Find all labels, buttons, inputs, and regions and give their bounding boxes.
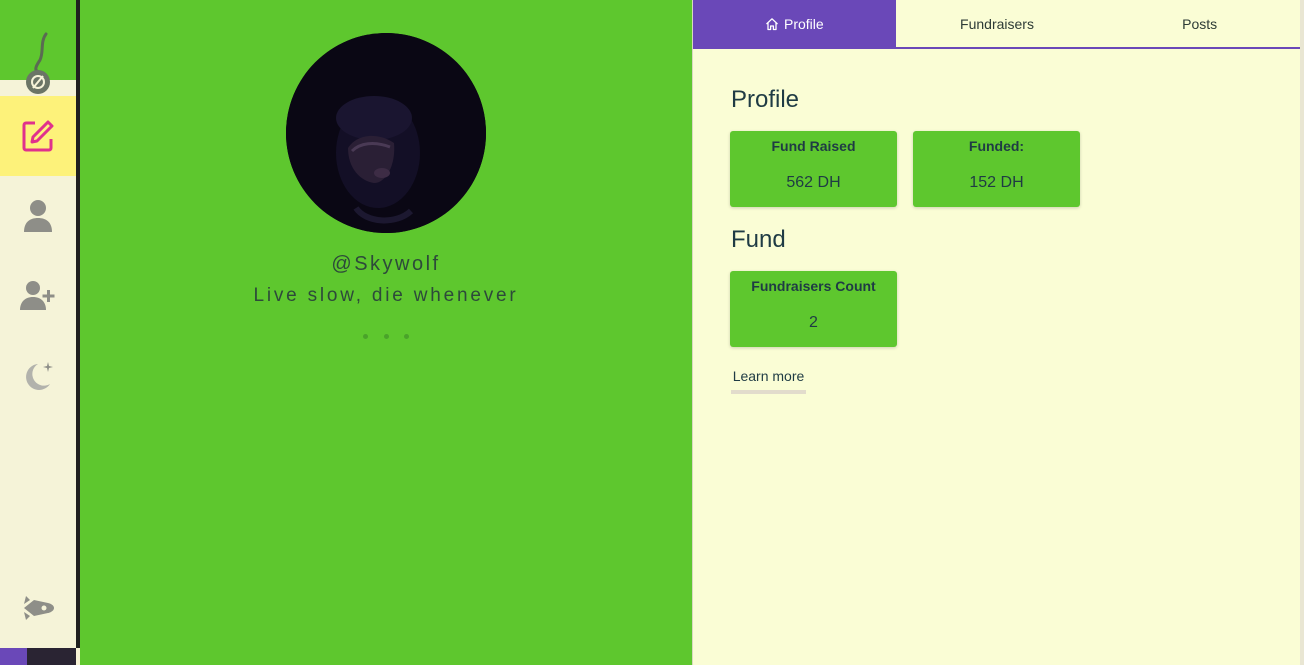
profile-bio: Live slow, die whenever [253,285,519,306]
stat-label: Funded: [968,138,1025,154]
user-plus-icon [20,281,55,310]
tab-profile[interactable]: Profile [693,0,896,47]
stat-value: 562 DH [786,174,841,191]
home-icon [766,17,778,30]
avatar-photo [286,33,486,233]
sidebar-item-profile[interactable] [0,176,76,256]
tab-profile-label: Profile [783,15,824,32]
stat-card-fundraisers-count: Fundraisers Count 2 [730,271,897,347]
sidebar-item-create-post[interactable] [0,96,76,176]
tab-fundraisers-label: Fundraisers [960,15,1034,32]
fund-section-title: Fund [731,226,786,253]
dot [404,333,409,339]
sidebar-item-logout[interactable] [0,568,76,648]
dot [363,333,368,339]
dot [383,333,389,339]
profile-section-title: Profile [731,86,800,113]
user-icon [24,200,52,232]
rocket-icon [24,596,54,620]
sidebar [0,0,76,665]
stat-label: Fundraisers Count [751,278,876,294]
stat-label: Fund Raised [771,138,856,154]
sidebar-item-theme[interactable] [0,336,76,416]
tab-posts-label: Posts [1182,15,1218,32]
stat-value: 152 DH [969,174,1024,191]
avatar[interactable] [286,33,486,233]
learn-more-button[interactable]: Learn more [731,365,806,394]
tab-posts[interactable]: Posts [1098,0,1301,47]
edit-icon [22,120,54,152]
details-panel: Profile Fundraisers Posts Profile Fund R… [692,0,1301,665]
sidebar-item-add-user[interactable] [0,256,76,336]
stat-card-fund-raised: Fund Raised 562 DH [730,131,897,207]
moon-stars-icon [26,362,53,390]
sidebar-footer [0,648,76,665]
profile-username: @Skywolf [331,253,441,275]
more-options-button[interactable] [363,330,409,342]
tab-fundraisers[interactable]: Fundraisers [896,0,1099,47]
tab-bar: Profile Fundraisers Posts [693,0,1301,49]
stat-card-funded: Funded: 152 DH [913,131,1080,207]
stat-value: 2 [809,314,818,331]
profile-panel: @Skywolf Live slow, die whenever [80,0,692,665]
sidebar-footer-accent [0,648,27,665]
scrollbar-track [1300,0,1304,665]
app-logo-icon[interactable] [18,32,58,96]
